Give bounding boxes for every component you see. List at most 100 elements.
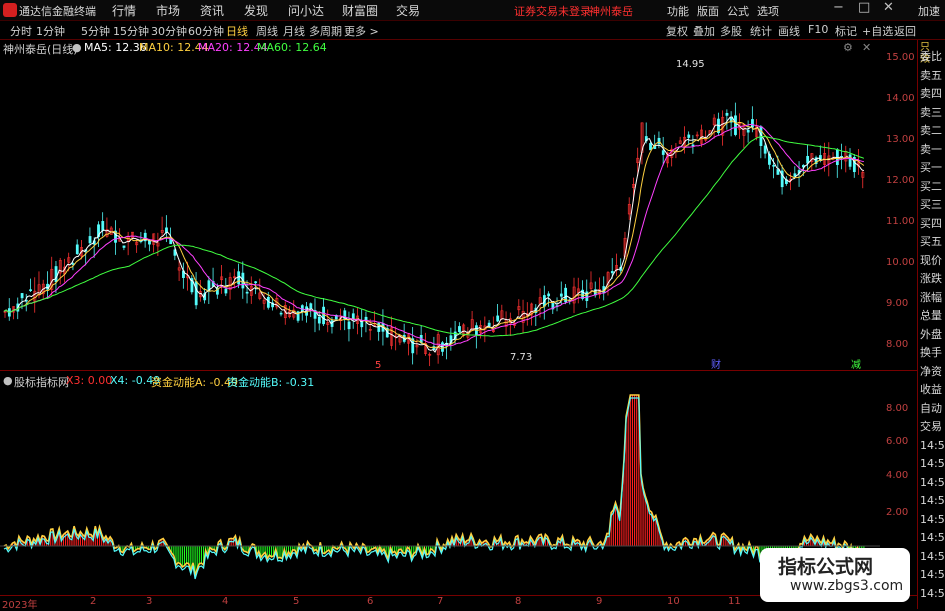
- period-weekly[interactable]: 周线: [256, 23, 278, 39]
- candle-body: [547, 293, 551, 297]
- sub-chart-header: ● 股标指标网 X3: 0.00 X4: -0.49 资金动能A: -0.49 …: [0, 373, 880, 389]
- add-favorite-button[interactable]: +自选: [862, 23, 893, 39]
- candle-body: [373, 324, 376, 327]
- period-5min[interactable]: 5分钟: [81, 23, 110, 39]
- candle-body: [160, 230, 164, 233]
- candle-body: [402, 334, 406, 342]
- candle-body: [602, 286, 606, 293]
- candle-body: [54, 266, 58, 283]
- indicator-name[interactable]: 股标指标网: [14, 374, 69, 390]
- menu-faxian[interactable]: 发现: [244, 2, 268, 19]
- period-multi[interactable]: 多周期: [309, 23, 342, 39]
- kline-chart[interactable]: 14.957.735 财减: [0, 0, 917, 609]
- draw-line-button[interactable]: 画线: [778, 23, 800, 39]
- menu-wenxiaoda[interactable]: 问小达: [288, 2, 324, 19]
- ma20-line: [3, 123, 865, 347]
- time-label: 8: [515, 596, 522, 607]
- candle-body: [610, 271, 614, 274]
- candle-body: [279, 312, 283, 315]
- candle-body: [797, 170, 801, 174]
- candle-body: [258, 292, 262, 299]
- period-60min[interactable]: 60分钟: [188, 23, 224, 39]
- candle-body: [848, 154, 852, 167]
- multi-stock-button[interactable]: 多股: [720, 23, 742, 39]
- close-button[interactable]: ✕: [883, 0, 894, 15]
- settings-circle-icon[interactable]: ●: [72, 41, 82, 54]
- candle-body: [122, 245, 126, 248]
- panel-item: 卖三: [920, 105, 942, 119]
- candle-body: [768, 153, 771, 165]
- period-30min[interactable]: 30分钟: [151, 23, 187, 39]
- stats-button[interactable]: 统计: [750, 23, 772, 39]
- menu-hangqing[interactable]: 行情: [112, 2, 136, 19]
- candle-body: [207, 280, 211, 292]
- candle-body: [194, 281, 198, 306]
- candle-body: [755, 126, 759, 138]
- candle-body: [407, 334, 410, 344]
- indicator-settings-icon[interactable]: ●: [3, 374, 13, 387]
- candle-body: [322, 306, 325, 325]
- candle-body: [75, 244, 79, 255]
- function-button[interactable]: 功能: [667, 3, 689, 19]
- candle-body: [7, 308, 11, 317]
- mark-button[interactable]: 标记: [835, 23, 857, 39]
- panel-item: 14:50: [920, 457, 945, 470]
- menu-caifuquan[interactable]: 财富圈: [342, 2, 378, 19]
- candle-body: [751, 119, 754, 128]
- candle-body: [377, 322, 381, 332]
- period-monthly[interactable]: 月线: [283, 23, 305, 39]
- candle-body: [309, 303, 313, 309]
- candle-body: [12, 306, 15, 313]
- time-label: 11: [728, 596, 741, 607]
- period-daily[interactable]: 日线: [226, 23, 248, 39]
- trade-login-status[interactable]: 证券交易未登录: [514, 3, 591, 19]
- chart-settings-icon[interactable]: ⚙: [843, 41, 853, 54]
- period-1min[interactable]: 1分钟: [36, 23, 65, 39]
- f10-button[interactable]: F10: [808, 23, 828, 36]
- period-more[interactable]: 更多 >: [344, 23, 379, 39]
- fuquan-button[interactable]: 复权: [666, 23, 688, 39]
- candle-body: [623, 237, 627, 257]
- candle-body: [678, 140, 682, 144]
- momentum-a-line: [3, 394, 865, 577]
- overlay-button[interactable]: 叠加: [693, 23, 715, 39]
- indicator-axis-label: 4.00: [886, 470, 909, 481]
- time-label: 6: [367, 596, 374, 607]
- minimize-button[interactable]: −: [833, 0, 844, 15]
- candle-body: [593, 289, 597, 296]
- back-button[interactable]: 返回: [894, 23, 916, 39]
- candle-body: [424, 343, 427, 354]
- menu-jiaoyi[interactable]: 交易: [396, 2, 420, 19]
- maximize-button[interactable]: □: [858, 0, 870, 15]
- period-15min[interactable]: 15分钟: [113, 23, 149, 39]
- panel-item: 卖四: [920, 87, 942, 100]
- candle-body: [3, 311, 7, 313]
- candle-body: [135, 241, 139, 246]
- pane-separator[interactable]: [0, 370, 917, 371]
- indicator-axis-label: 2.00: [886, 507, 909, 518]
- menu-zixun[interactable]: 资讯: [200, 2, 224, 19]
- layout-button[interactable]: 版面: [697, 3, 719, 19]
- title-stock-name: 神州泰岳: [589, 5, 633, 18]
- candle-body: [364, 316, 368, 320]
- candle-body: [351, 313, 355, 320]
- formula-button[interactable]: 公式: [727, 3, 749, 19]
- candle-body: [763, 145, 767, 154]
- menu-shichang[interactable]: 市场: [156, 2, 180, 19]
- candle-body: [521, 310, 525, 323]
- candle-body: [619, 266, 623, 271]
- candle-body: [458, 326, 461, 333]
- candle-body: [649, 143, 652, 151]
- speedup-button[interactable]: 加速: [918, 3, 940, 19]
- candle-body: [385, 327, 389, 338]
- chart-close-icon[interactable]: ✕: [862, 41, 871, 54]
- period-fenshi[interactable]: 分时: [10, 23, 32, 39]
- options-button[interactable]: 选项: [757, 3, 779, 19]
- candle-body: [343, 310, 347, 320]
- stock-label[interactable]: 神州泰岳(日线): [3, 41, 78, 57]
- candle-body: [708, 130, 712, 135]
- markers-group: 14.957.735 财减: [375, 59, 861, 371]
- panel-item: 买一: [920, 161, 942, 174]
- candle-body: [644, 136, 648, 142]
- candle-body: [615, 265, 618, 271]
